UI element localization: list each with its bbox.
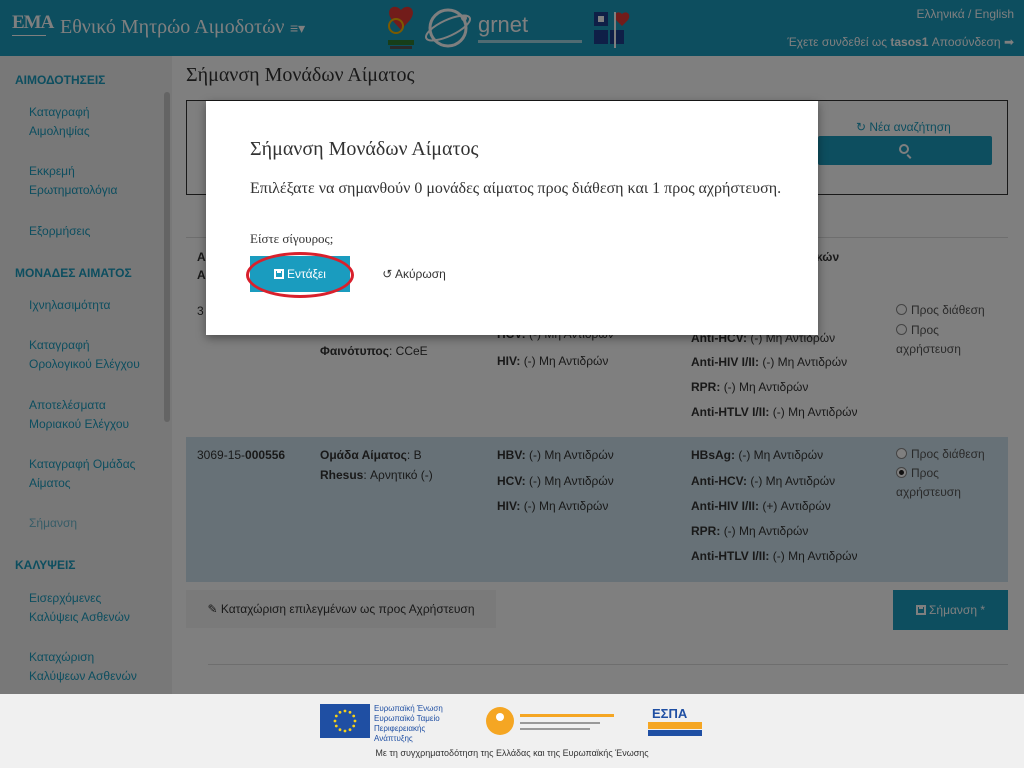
modal-title: Σήμανση Μονάδων Αίματος [250, 138, 479, 160]
modal-question: Είστε σίγουρος; [250, 231, 334, 246]
eu-text: Ευρωπαϊκή Ένωση Ευρωπαϊκό Ταμείο Περιφερ… [374, 704, 443, 743]
espa-logo-icon: ΕΣΠΑ [648, 706, 702, 736]
modal-message: Επιλέξατε να σημανθούν 0 μονάδες αίματος… [250, 180, 782, 197]
confirm-modal: Σήμανση Μονάδων Αίματος Επιλέξατε να σημ… [206, 101, 818, 335]
cancel-label: Ακύρωση [394, 267, 446, 281]
eu-flag-icon [320, 704, 370, 738]
footer: Ευρωπαϊκή Ένωση Ευρωπαϊκό Ταμείο Περιφερ… [0, 694, 1024, 768]
highlight-ring-annotation [246, 252, 354, 298]
digital-business-logo-icon [486, 707, 614, 735]
footer-note: Με τη συγχρηματοδότηση της Ελλάδας και τ… [375, 748, 649, 758]
cancel-button[interactable]: ↺ Ακύρωση [366, 256, 462, 292]
undo-icon: ↺ [382, 267, 395, 281]
espa-wordmark: ΕΣΠΑ [652, 706, 688, 721]
